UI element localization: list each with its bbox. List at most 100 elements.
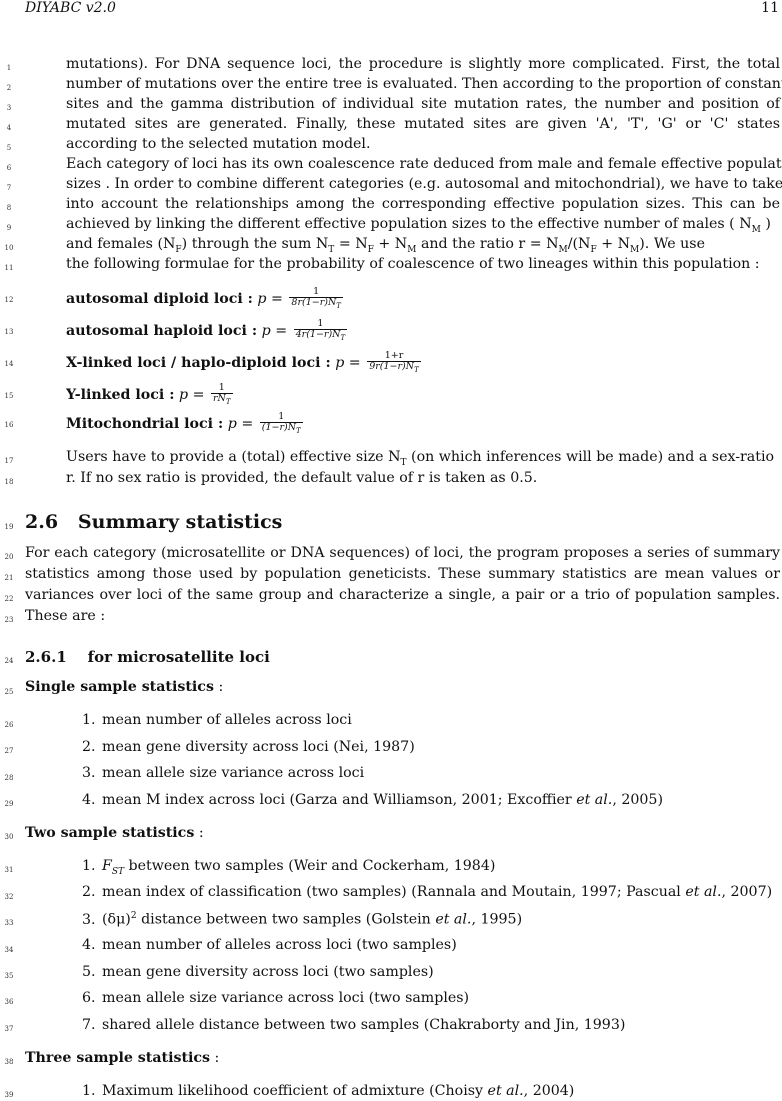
- item-number: 1.: [82, 712, 96, 728]
- line-number: 16: [4, 421, 14, 429]
- text-line: sites and the gamma distribution of indi…: [66, 96, 780, 112]
- line-number: 9: [6, 224, 12, 232]
- item-number: 6.: [82, 990, 96, 1006]
- text-segment: ) through the sum N: [181, 236, 329, 252]
- citation-etal: et al.: [576, 792, 613, 808]
- item-text: mean M index across loci (Garza and Will…: [102, 792, 577, 808]
- line-number: 1: [6, 64, 12, 72]
- item-number: 2.: [82, 884, 96, 900]
- fraction: 1 rNT: [210, 383, 233, 407]
- line-number: 26: [4, 721, 14, 729]
- list-item: 7. shared allele distance between two sam…: [82, 1017, 625, 1033]
- item-text: mean number of alleles across loci: [102, 712, 352, 728]
- line-number: 14: [4, 360, 14, 368]
- line-number: 32: [4, 893, 14, 901]
- section-title: Summary statistics: [77, 511, 283, 533]
- text-segment: + N: [596, 236, 631, 252]
- formula-mitochondrial: Mitochondrial loci : p = 1 (1−r)NT: [66, 412, 780, 436]
- list-item: 4. mean M index across loci (Garza and Wi…: [82, 792, 663, 808]
- line-number: 12: [4, 296, 14, 304]
- page-number: 11: [761, 0, 779, 16]
- formula-lhs: p =: [178, 386, 205, 403]
- text-line: r. If no sex ratio is provided, the defa…: [66, 470, 538, 486]
- item-number: 3.: [82, 765, 96, 781]
- line-number: 4: [6, 124, 12, 132]
- formula-label: Mitochondrial loci :: [66, 415, 224, 432]
- line-number: 13: [4, 328, 14, 336]
- fraction-denominator: (1−r)NT: [261, 422, 301, 435]
- list-item: 1. FST between two samples (Weir and Cock…: [82, 858, 495, 877]
- single-sample-heading: Single sample statistics :: [25, 679, 780, 695]
- item-text: mean allele size variance across loci: [102, 765, 365, 781]
- line-number: 36: [4, 998, 14, 1006]
- item-text: Maximum likelihood coefficient of admixt…: [102, 1083, 488, 1099]
- text-segment: = N: [334, 236, 368, 252]
- formula-x-linked: X-linked loci / haplo-diploid loci : p =…: [66, 351, 780, 375]
- subsection-title: for microsatellite loci: [87, 648, 270, 666]
- list-item: 6. mean allele size variance across loci …: [82, 990, 469, 1006]
- item-text: mean gene diversity across loci (Nei, 19…: [102, 739, 415, 755]
- text-segment: ): [760, 216, 771, 232]
- text-segment: and the ratio r = N: [416, 236, 559, 252]
- item-text: shared allele distance between two sampl…: [102, 1017, 626, 1033]
- two-sample-heading: Two sample statistics :: [25, 825, 780, 841]
- item-number: 1.: [82, 858, 96, 874]
- citation-etal: et al.: [487, 1083, 524, 1099]
- text-segment: Users have to provide a (total) effectiv…: [66, 449, 401, 465]
- formula-label: X-linked loci / haplo-diploid loci :: [66, 354, 331, 371]
- fraction-denominator: 8r(1−r)NT: [291, 297, 341, 310]
- item-number: 2.: [82, 739, 96, 755]
- fraction-denominator: 4r(1−r)NT: [295, 329, 346, 342]
- line-number: 7: [6, 184, 12, 192]
- line-number: 29: [4, 800, 14, 808]
- list-item: 2. mean gene diversity across loci (Nei, …: [82, 739, 415, 755]
- formula-autosomal-haploid: autosomal haploid loci : p = 1 4r(1−r)NT: [66, 319, 780, 343]
- text-line: and females (NF) through the sum NT = NF…: [66, 236, 780, 255]
- fraction-denominator: 9r(1−r)NT: [369, 361, 419, 374]
- list-item: 2. mean index of classification (two samp…: [82, 884, 772, 900]
- text-line: mutations). For DNA sequence loci, the p…: [66, 56, 780, 72]
- formula-lhs: p =: [227, 415, 254, 432]
- citation-etal: et al.: [435, 911, 472, 928]
- line-number: 33: [4, 919, 14, 927]
- subscript: M: [630, 244, 640, 255]
- line-number: 6: [6, 164, 12, 172]
- text-line: into account the relationships among the…: [66, 196, 780, 212]
- item-text: mean number of alleles across loci (two …: [102, 937, 457, 953]
- heading-colon: :: [194, 825, 204, 841]
- item-text: , 2007): [721, 884, 773, 900]
- text-line: variances over loci of the same group an…: [25, 587, 780, 603]
- item-text: F: [102, 858, 112, 874]
- text-segment: ). We use: [639, 236, 705, 252]
- text-line: mutated sites are generated. Finally, th…: [66, 116, 780, 132]
- running-header-title: DIYABC v2.0: [25, 0, 116, 16]
- text-segment: (on which inferences will be made) and a…: [406, 449, 775, 465]
- text-line: Each category of loci has its own coales…: [66, 156, 782, 172]
- text-line: Users have to provide a (total) effectiv…: [66, 449, 780, 468]
- line-number: 28: [4, 774, 14, 782]
- formula-label: Y-linked loci :: [66, 386, 175, 403]
- line-number: 35: [4, 972, 14, 980]
- formula-lhs: p =: [257, 290, 283, 307]
- text-line: achieved by linking the different effect…: [66, 216, 780, 235]
- subscript: ST: [111, 866, 125, 877]
- line-number: 38: [4, 1058, 14, 1066]
- line-number: 34: [4, 946, 14, 954]
- item-text: between two samples (Weir and Cockerham,…: [124, 858, 496, 874]
- heading-colon: :: [210, 1050, 220, 1066]
- line-number: 18: [4, 478, 14, 486]
- line-number: 8: [6, 204, 12, 212]
- list-item: 3. mean allele size variance across loci: [82, 765, 364, 781]
- item-number: 1.: [82, 1083, 96, 1099]
- three-sample-heading: Three sample statistics :: [25, 1050, 780, 1066]
- line-number: 11: [4, 264, 14, 272]
- line-number: 21: [4, 574, 14, 582]
- line-number: 25: [4, 688, 14, 696]
- text-line: These are :: [25, 608, 106, 624]
- item-text: , 2005): [612, 792, 663, 808]
- formula-label: autosomal haploid loci :: [66, 322, 258, 339]
- item-text: , 2004): [523, 1083, 575, 1099]
- paragraph-heading: Three sample statistics: [25, 1050, 211, 1066]
- fraction: 1+r 9r(1−r)NT: [367, 351, 421, 375]
- line-number: 39: [4, 1091, 14, 1099]
